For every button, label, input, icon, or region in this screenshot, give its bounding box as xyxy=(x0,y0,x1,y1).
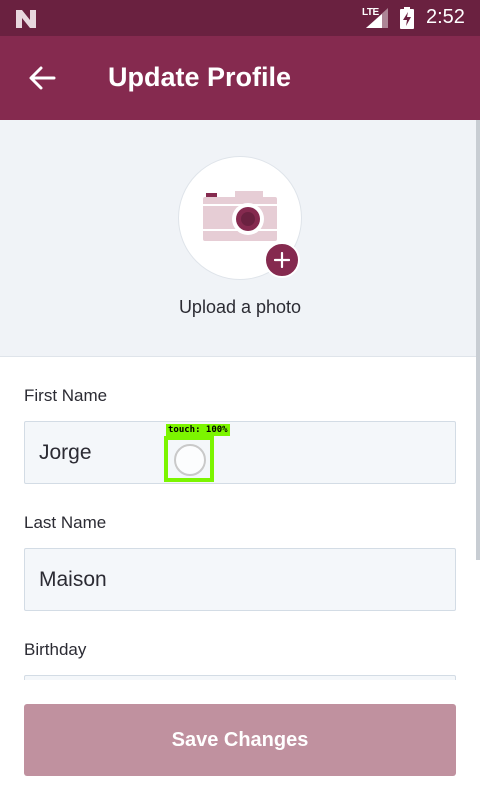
birthday-label: Birthday xyxy=(24,640,87,659)
scrollbar[interactable] xyxy=(476,120,480,560)
last-name-input[interactable] xyxy=(24,548,456,611)
touch-point xyxy=(174,444,206,476)
bottom-action-bar: Save Changes xyxy=(0,680,480,800)
touch-indicator xyxy=(164,436,214,482)
n-logo-icon xyxy=(16,10,36,28)
add-photo-button[interactable] xyxy=(264,242,300,278)
status-time: 2:52 xyxy=(426,6,465,28)
last-name-label: Last Name xyxy=(24,513,107,532)
first-name-label: First Name xyxy=(24,386,108,405)
arrow-left-icon[interactable] xyxy=(26,62,58,94)
battery-charging-icon xyxy=(400,7,414,29)
app-bar: Update Profile xyxy=(0,36,480,120)
upload-photo-label: Upload a photo xyxy=(178,297,302,317)
touch-indicator-label: touch: 100% xyxy=(166,424,230,436)
camera-icon xyxy=(203,191,277,241)
photo-upload-section: Upload a photo xyxy=(0,120,480,357)
network-type-label: LTE xyxy=(362,7,379,18)
page-title: Update Profile xyxy=(108,62,292,92)
plus-icon xyxy=(274,252,290,268)
status-bar: LTE 2:52 xyxy=(0,0,480,36)
save-changes-button[interactable]: Save Changes xyxy=(24,704,456,776)
first-name-input[interactable] xyxy=(24,421,456,484)
